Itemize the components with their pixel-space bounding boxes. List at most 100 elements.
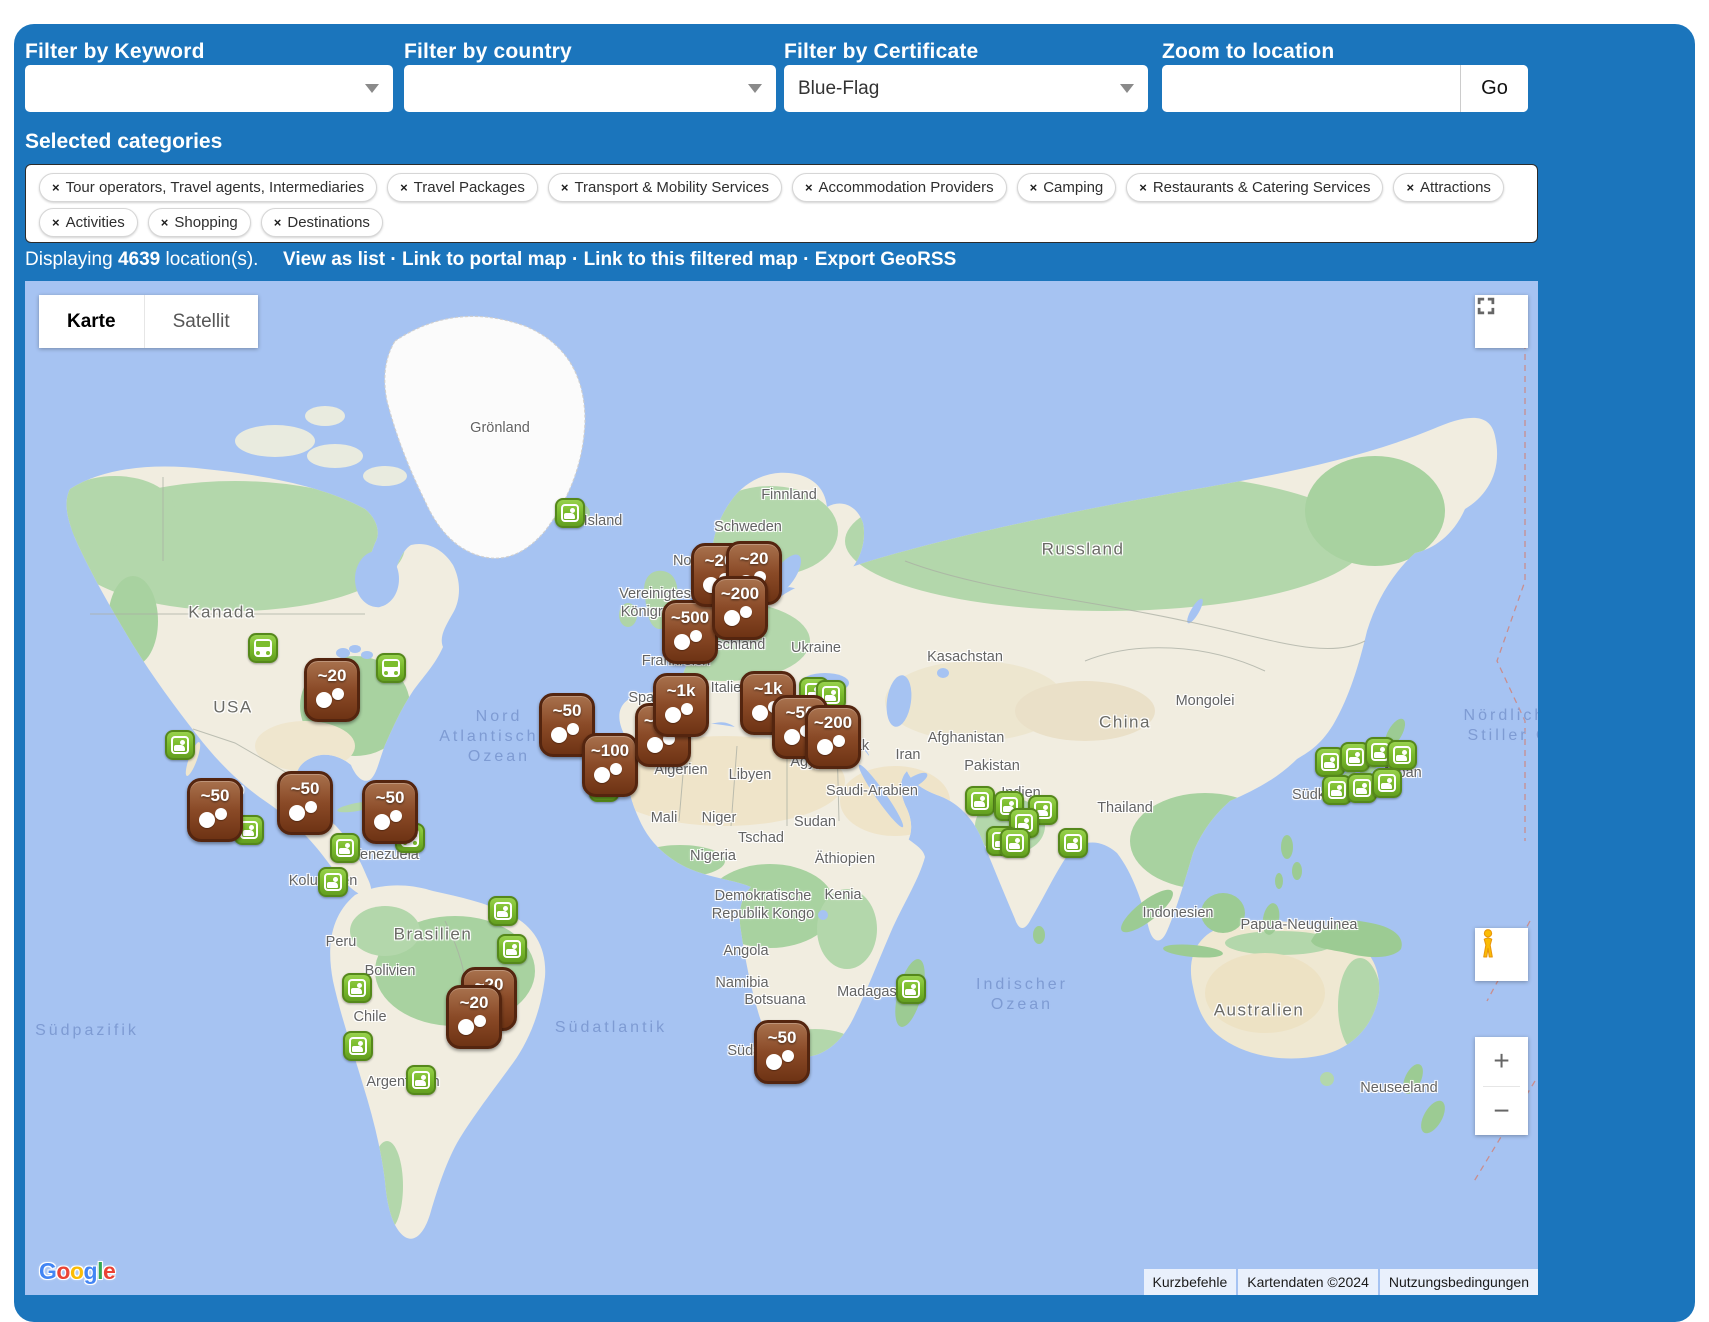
cluster-marker[interactable]: ~200	[805, 705, 861, 769]
photo-marker-icon[interactable]	[406, 1065, 436, 1095]
cluster-dots-icon	[594, 767, 610, 783]
google-logo-letter: o	[56, 1258, 70, 1284]
category-tag-destinations[interactable]: × Destinations	[261, 208, 383, 237]
status-links: View as list · Link to portal map · Link…	[283, 249, 956, 270]
cluster-count: ~500	[665, 608, 715, 628]
photo-marker-icon[interactable]	[1387, 740, 1417, 770]
cluster-marker[interactable]: ~20	[304, 658, 360, 722]
cluster-marker[interactable]: ~50	[362, 780, 418, 844]
transit-marker-icon[interactable]	[376, 653, 406, 683]
status-link-separator: ·	[798, 249, 815, 270]
category-tag-label: Activities	[66, 214, 125, 231]
cluster-dots-icon	[665, 707, 681, 723]
cluster-count: ~20	[307, 666, 357, 686]
category-tag-label: Destinations	[287, 214, 370, 231]
remove-category-icon[interactable]: ×	[561, 180, 569, 195]
category-tag-transport-mobility-services[interactable]: ×Transport & Mobility Services	[548, 173, 782, 202]
map-canvas[interactable]: GrönlandIslandKanadaUSAMexikoVenezuelaKo…	[25, 281, 1538, 1295]
map-type-satellit-button[interactable]: Satellit	[144, 295, 258, 348]
keyword-filter-select[interactable]	[25, 65, 393, 112]
remove-category-icon[interactable]: ×	[1406, 180, 1414, 195]
cluster-marker[interactable]: ~50	[187, 778, 243, 842]
photo-marker-icon[interactable]	[342, 973, 372, 1003]
status-count: 4639	[118, 249, 160, 270]
photo-marker-icon[interactable]	[497, 934, 527, 964]
certificate-filter-label: Filter by Certificate	[784, 40, 978, 64]
photo-marker-icon[interactable]	[165, 730, 195, 760]
fullscreen-button[interactable]	[1475, 295, 1528, 348]
cluster-marker[interactable]: ~20	[446, 985, 502, 1049]
map-attribution-kurzbefehle[interactable]: Kurzbefehle	[1144, 1269, 1237, 1295]
photo-marker-icon[interactable]	[965, 786, 995, 816]
chevron-down-icon	[1120, 84, 1134, 93]
photo-marker-icon[interactable]	[343, 1031, 373, 1061]
status-link-export-georss[interactable]: Export GeoRSS	[815, 249, 956, 270]
cluster-dots-icon	[674, 634, 690, 650]
cluster-marker[interactable]: ~50	[277, 771, 333, 835]
cluster-count: ~200	[808, 713, 858, 733]
transit-marker-icon[interactable]	[248, 633, 278, 663]
selected-categories-box: ×Tour operators, Travel agents, Intermed…	[25, 164, 1538, 243]
google-logo-letter: g	[84, 1258, 98, 1284]
map-attribution-kartendaten-2024[interactable]: Kartendaten ©2024	[1238, 1269, 1378, 1295]
cluster-marker[interactable]: ~500	[662, 600, 718, 664]
photo-marker-icon[interactable]	[488, 896, 518, 926]
cluster-dots-icon	[647, 737, 663, 753]
category-tag-label: Attractions	[1420, 179, 1491, 196]
photo-marker-icon[interactable]	[318, 867, 348, 897]
remove-category-icon[interactable]: ×	[161, 215, 169, 230]
category-tag-tour-operators-travel-agents-intermediaries[interactable]: ×Tour operators, Travel agents, Intermed…	[39, 173, 377, 202]
cluster-dots-icon	[724, 610, 740, 626]
google-logo-letter: o	[70, 1258, 84, 1284]
category-tag-travel-packages[interactable]: ×Travel Packages	[387, 173, 538, 202]
cluster-dots-icon	[551, 727, 567, 743]
photo-marker-icon[interactable]	[555, 498, 585, 528]
remove-category-icon[interactable]: ×	[805, 180, 813, 195]
cluster-dots-icon	[316, 692, 332, 708]
photo-marker-icon[interactable]	[896, 974, 926, 1004]
cluster-marker[interactable]: ~50	[754, 1020, 810, 1084]
cluster-dots-icon	[458, 1019, 474, 1035]
category-tag-accommodation-providers[interactable]: ×Accommodation Providers	[792, 173, 1007, 202]
photo-marker-icon[interactable]	[1372, 768, 1402, 798]
category-tag-shopping[interactable]: × Shopping	[148, 208, 251, 237]
remove-category-icon[interactable]: ×	[52, 215, 60, 230]
map-attribution-nutzungsbedingungen[interactable]: Nutzungsbedingungen	[1380, 1269, 1538, 1295]
cluster-marker[interactable]: ~200	[712, 576, 768, 640]
pegman-button[interactable]	[1475, 928, 1528, 981]
cluster-count: ~200	[715, 584, 765, 604]
cluster-count: ~50	[757, 1028, 807, 1048]
google-logo[interactable]: Google	[39, 1258, 115, 1285]
cluster-marker[interactable]: ~1k	[653, 673, 709, 737]
zoom-out-button[interactable]: −	[1475, 1087, 1528, 1136]
status-link-link-to-this-filtered-map[interactable]: Link to this filtered map	[584, 249, 798, 270]
zoom-location-group: Zoom to location	[1162, 40, 1334, 64]
photo-marker-icon[interactable]	[1058, 828, 1088, 858]
country-filter-select[interactable]	[404, 65, 776, 112]
remove-category-icon[interactable]: ×	[1139, 180, 1147, 195]
status-link-link-to-portal-map[interactable]: Link to portal map	[402, 249, 567, 270]
zoom-control: + −	[1475, 1037, 1528, 1135]
zoom-in-button[interactable]: +	[1475, 1037, 1528, 1086]
remove-category-icon[interactable]: ×	[400, 180, 408, 195]
status-link-view-as-list[interactable]: View as list	[283, 249, 385, 270]
category-tag-attractions[interactable]: × Attractions	[1393, 173, 1503, 202]
cluster-marker[interactable]: ~100	[582, 733, 638, 797]
category-tag-camping[interactable]: ×Camping	[1017, 173, 1117, 202]
filter-panel: Filter by Keyword Filter by country Filt…	[14, 24, 1695, 1322]
zoom-location-input[interactable]	[1162, 65, 1460, 112]
remove-category-icon[interactable]: ×	[52, 180, 60, 195]
remove-category-icon[interactable]: ×	[1030, 180, 1038, 195]
cluster-count: ~100	[585, 741, 635, 761]
photo-marker-icon[interactable]	[330, 833, 360, 863]
photo-marker-icon[interactable]	[1000, 828, 1030, 858]
remove-category-icon[interactable]: ×	[274, 215, 282, 230]
category-tag-label: Shopping	[174, 214, 237, 231]
status-prefix: Displaying	[25, 249, 113, 270]
map-type-karte-button[interactable]: Karte	[39, 295, 144, 348]
country-filter-group: Filter by country	[404, 40, 572, 64]
certificate-filter-select[interactable]: Blue-Flag	[784, 65, 1148, 112]
category-tag-activities[interactable]: × Activities	[39, 208, 138, 237]
go-button[interactable]: Go	[1460, 65, 1528, 112]
category-tag-restaurants-catering-services[interactable]: ×Restaurants & Catering Services	[1126, 173, 1383, 202]
